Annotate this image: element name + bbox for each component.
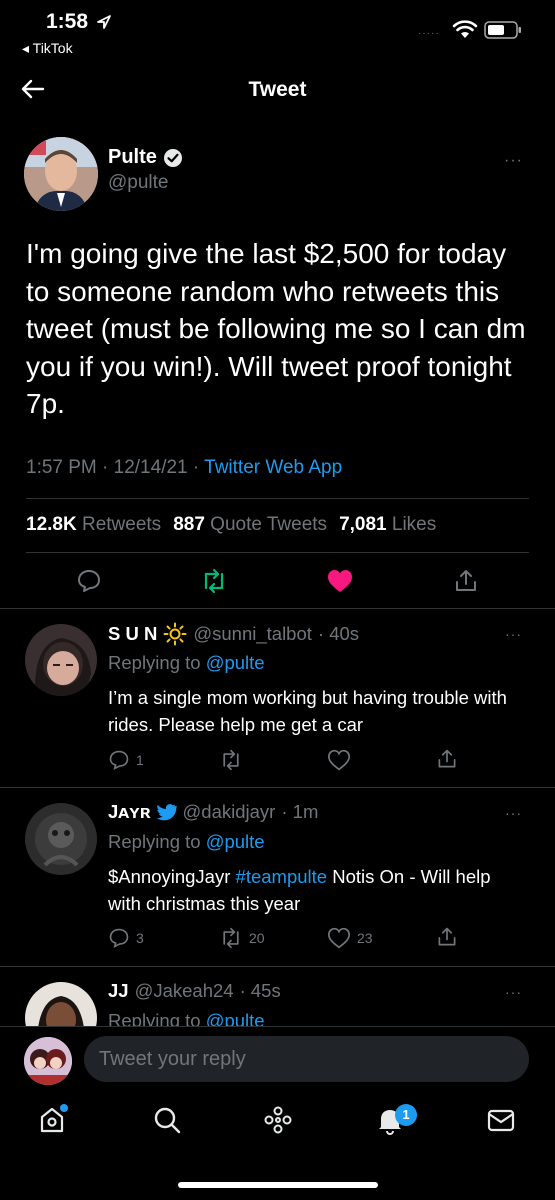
twitter-bird-icon bbox=[156, 804, 177, 821]
author-avatar[interactable] bbox=[24, 137, 98, 211]
notification-badge: 1 bbox=[395, 1104, 417, 1126]
reply-author-handle[interactable]: @sunni_talbot bbox=[193, 623, 312, 645]
reply-input[interactable] bbox=[84, 1036, 529, 1082]
divider bbox=[0, 608, 555, 609]
wifi-icon bbox=[452, 20, 478, 40]
retweet-icon bbox=[223, 927, 239, 949]
heart-icon bbox=[327, 927, 351, 949]
reply-like-button[interactable] bbox=[327, 749, 357, 771]
spaces-icon[interactable] bbox=[262, 1104, 294, 1136]
hashtag-link[interactable]: #teampulte bbox=[236, 866, 328, 887]
divider bbox=[26, 552, 529, 553]
tweet-meta: 1:57 PM · 12/14/21 · Twitter Web App bbox=[26, 457, 342, 479]
reply-reply-button[interactable]: 3 bbox=[108, 927, 144, 949]
retweet-icon bbox=[223, 749, 239, 771]
retweet-icon[interactable] bbox=[200, 568, 228, 594]
replying-to-link[interactable]: @pulte bbox=[206, 652, 265, 673]
divider bbox=[0, 787, 555, 788]
cellular-signal-icon: ····· bbox=[418, 28, 440, 39]
share-icon[interactable] bbox=[453, 568, 479, 594]
tweet-timestamp[interactable]: 1:57 PM · 12/14/21 · bbox=[26, 457, 204, 478]
author-name[interactable]: Pulte bbox=[108, 146, 157, 169]
search-icon[interactable] bbox=[151, 1104, 183, 1136]
reply-retweet-button[interactable] bbox=[219, 749, 249, 771]
replying-to: Replying to @pulte bbox=[108, 652, 265, 673]
author-handle[interactable]: @pulte bbox=[108, 172, 169, 194]
tweet-stats: 12.8K Retweets 887 Quote Tweets 7,081 Li… bbox=[26, 514, 436, 536]
reply-share-button[interactable] bbox=[436, 926, 458, 948]
reply-author-name[interactable]: JJ bbox=[108, 980, 129, 1002]
reply-like-button[interactable]: 23 bbox=[327, 927, 373, 949]
more-options-icon[interactable]: ··· bbox=[504, 152, 523, 170]
reply-author-handle[interactable]: @Jakeah24 bbox=[135, 980, 234, 1002]
home-indicator[interactable] bbox=[178, 1182, 378, 1188]
likes-stat[interactable]: 7,081 Likes bbox=[339, 514, 436, 536]
home-unread-dot bbox=[60, 1104, 68, 1112]
my-avatar[interactable] bbox=[24, 1037, 72, 1085]
reply-time: · 40s bbox=[317, 623, 360, 644]
replying-to: Replying to @pulte bbox=[108, 831, 265, 852]
reply-more-options-icon[interactable]: ··· bbox=[505, 626, 522, 642]
reply-text: $AnnoyingJayr #teampulte Notis On - Will… bbox=[108, 866, 491, 914]
messages-icon[interactable] bbox=[485, 1104, 517, 1136]
share-icon bbox=[438, 927, 456, 946]
replying-to-link[interactable]: @pulte bbox=[206, 831, 265, 852]
tweet-source-link[interactable]: Twitter Web App bbox=[204, 457, 342, 478]
like-icon-active[interactable] bbox=[326, 568, 354, 594]
author-name-row[interactable]: Pulte bbox=[108, 146, 183, 169]
battery-icon bbox=[484, 20, 522, 40]
verified-badge-icon bbox=[163, 148, 182, 167]
reply-author-name[interactable]: Jᴀʏʀ bbox=[108, 801, 151, 823]
reply-share-button[interactable] bbox=[436, 748, 458, 770]
tweet-text: I'm going give the last $2,500 for today… bbox=[26, 238, 526, 419]
retweets-stat[interactable]: 12.8K Retweets bbox=[26, 514, 161, 536]
back-to-app-link[interactable]: ◂ TikTok bbox=[22, 40, 73, 57]
divider bbox=[26, 498, 529, 499]
page-title: Tweet bbox=[248, 78, 307, 101]
location-arrow-icon bbox=[96, 15, 111, 29]
reply-time: · 1m bbox=[281, 801, 319, 822]
reply-icon bbox=[109, 928, 129, 949]
quote-tweets-stat[interactable]: 887 Quote Tweets bbox=[173, 514, 327, 536]
share-icon bbox=[438, 749, 456, 768]
reply-more-options-icon[interactable]: ··· bbox=[505, 984, 522, 1000]
reply-icon bbox=[109, 750, 129, 771]
reply-author-handle[interactable]: @dakidjayr bbox=[183, 801, 276, 823]
divider bbox=[0, 966, 555, 967]
reply-avatar[interactable] bbox=[25, 803, 97, 875]
heart-icon bbox=[327, 749, 351, 771]
status-time: 1:58 bbox=[46, 10, 112, 34]
reply-time: · 45s bbox=[239, 980, 281, 1001]
reply-reply-button[interactable]: 1 bbox=[108, 749, 144, 771]
reply-more-options-icon[interactable]: ··· bbox=[505, 805, 522, 821]
reply-text: I’m a single mom working but having trou… bbox=[108, 687, 507, 735]
reply-icon[interactable] bbox=[76, 568, 102, 594]
reply-retweet-button[interactable]: 20 bbox=[219, 927, 265, 949]
reply-author-name[interactable]: S U N bbox=[108, 623, 157, 645]
sun-emoji-icon bbox=[163, 622, 187, 646]
reply-avatar[interactable] bbox=[25, 624, 97, 696]
